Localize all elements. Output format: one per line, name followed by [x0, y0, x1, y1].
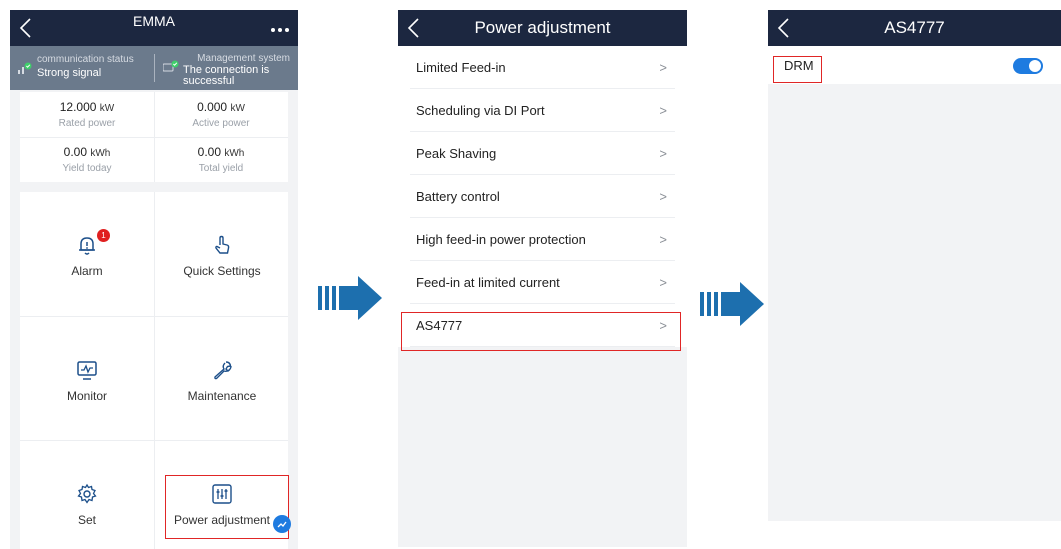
kpi-caption: Rated power [58, 118, 116, 129]
emma-navbar: EMMA [10, 10, 298, 46]
kpi-caption: Yield today [62, 163, 112, 174]
kpi-unit: kWh [90, 148, 111, 159]
gear-icon [77, 483, 97, 504]
as4777-navbar: AS4777 [768, 10, 1061, 46]
trend-chart-icon [277, 521, 287, 528]
menu-item-label: Battery control [416, 189, 500, 204]
kpi-unit: kW [230, 103, 245, 114]
management-system-value-line2: successful [183, 75, 235, 87]
menu-item-high-feed-in-protection[interactable]: High feed-in power protection > [398, 218, 687, 261]
alarm-tile[interactable]: 1 Alarm [20, 192, 154, 316]
set-tile[interactable]: Set [20, 441, 154, 549]
kpi-unit: kW [99, 103, 115, 114]
menu-item-battery-control[interactable]: Battery control > [398, 175, 687, 218]
more-options-icon[interactable] [268, 16, 292, 40]
menu-item-label: Peak Shaving [416, 146, 497, 161]
chevron-right-icon: > [659, 275, 667, 290]
kpi-value: 0.00 [197, 145, 221, 159]
alarm-count-badge: 1 [97, 229, 110, 242]
status-bar: communication status Strong signal Manag… [10, 46, 298, 90]
bell-icon [79, 237, 95, 255]
maintenance-tile[interactable]: Maintenance [155, 317, 289, 441]
drm-toggle[interactable] [1013, 58, 1043, 74]
monitor-label: Monitor [66, 389, 107, 403]
hand-pointer-icon [215, 235, 230, 254]
wrench-icon [214, 361, 232, 380]
kpi-rated-power: 12.000 kW Rated power [20, 92, 154, 137]
alarm-label: Alarm [71, 264, 103, 278]
communication-status-value: Strong signal [37, 67, 102, 79]
as4777-highlight [401, 312, 681, 351]
menu-item-peak-shaving[interactable]: Peak Shaving > [398, 132, 687, 175]
kpi-total-yield: 0.00 kWh Total yield [154, 137, 288, 182]
power-adjustment-screen: Power adjustment Limited Feed-in > Sched… [398, 10, 687, 547]
as4777-screen: AS4777 DRM [768, 10, 1061, 521]
menu-item-feed-in-limited-current[interactable]: Feed-in at limited current > [398, 261, 687, 304]
chevron-right-icon: > [659, 146, 667, 161]
power-adjustment-menu: Limited Feed-in > Scheduling via DI Port… [398, 46, 687, 347]
menu-item-label: High feed-in power protection [416, 232, 586, 247]
management-system-label: Management system [197, 53, 290, 64]
set-label: Set [77, 513, 96, 527]
page-title: AS4777 [884, 18, 945, 37]
drm-highlight [773, 56, 822, 83]
monitor-tile[interactable]: Monitor [20, 317, 154, 441]
menu-item-label: Limited Feed-in [416, 60, 506, 75]
chevron-right-icon: > [659, 60, 667, 75]
management-system-status: Management system The connection is succ… [155, 46, 298, 90]
flow-arrow-icon [318, 276, 382, 320]
chevron-right-icon: > [659, 189, 667, 204]
page-title: EMMA [133, 13, 175, 29]
power-adjustment-navbar: Power adjustment [398, 10, 687, 46]
emma-screen: EMMA communication status Strong signal … [10, 10, 298, 549]
flow-arrow-icon [700, 282, 764, 326]
chevron-right-icon: > [659, 103, 667, 118]
management-system-value: The connection is successful [183, 65, 269, 87]
kpi-value: 12.000 [59, 100, 97, 114]
power-adjustment-highlight [165, 475, 289, 539]
kpi-caption: Total yield [198, 163, 244, 174]
connection-icon [163, 60, 179, 72]
chevron-right-icon: > [659, 232, 667, 247]
signal-icon [18, 62, 32, 74]
menu-item-limited-feed-in[interactable]: Limited Feed-in > [398, 46, 687, 89]
kpi-unit: kWh [224, 148, 245, 159]
maintenance-label: Maintenance [187, 389, 257, 403]
quick-settings-label: Quick Settings [183, 264, 261, 278]
menu-item-label: Feed-in at limited current [416, 275, 560, 290]
chart-float-button[interactable] [273, 515, 291, 533]
kpi-value: 0.000 [197, 100, 228, 114]
kpi-caption: Active power [192, 118, 250, 129]
menu-item-label: Scheduling via DI Port [416, 103, 545, 118]
communication-status: communication status Strong signal [10, 46, 154, 90]
quick-settings-tile[interactable]: Quick Settings [155, 192, 289, 316]
kpi-yield-today: 0.00 kWh Yield today [20, 137, 154, 182]
menu-item-scheduling-di-port[interactable]: Scheduling via DI Port > [398, 89, 687, 132]
communication-status-label: communication status [37, 54, 134, 65]
kpi-active-power: 0.000 kW Active power [154, 92, 288, 137]
monitor-icon [77, 361, 97, 380]
page-title: Power adjustment [474, 18, 611, 37]
toggle-knob [1029, 60, 1041, 72]
kpi-panel: 12.000 kW Rated power 0.000 kW Active po… [20, 92, 288, 182]
kpi-value: 0.00 [63, 145, 87, 159]
